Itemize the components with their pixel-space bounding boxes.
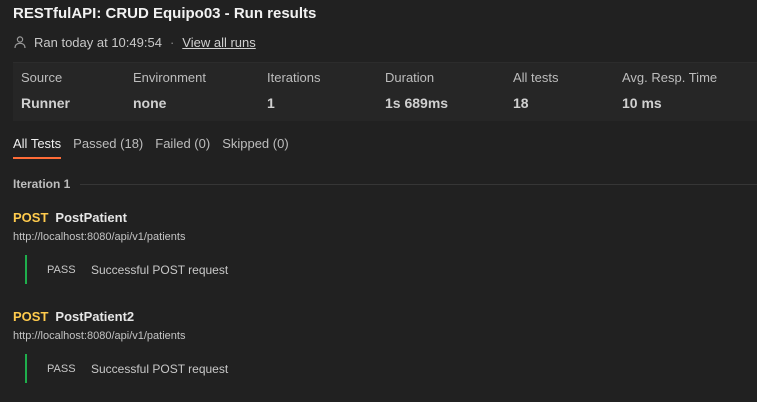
request-header: POST PostPatient — [13, 210, 713, 226]
test-message: Successful POST request — [91, 262, 229, 277]
tab-all-tests[interactable]: All Tests — [13, 135, 62, 159]
summary-iterations: Iterations 1 — [267, 70, 320, 111]
run-summary-panel: Source Runner Environment none Iteration… — [13, 62, 757, 121]
tab-skipped[interactable]: Skipped (0) — [222, 135, 288, 159]
tab-failed[interactable]: Failed (0) — [155, 135, 210, 159]
run-info: Ran today at 10:49:54 · View all runs — [13, 33, 256, 51]
summary-value: none — [133, 95, 167, 111]
test-result: PASS Successful POST request — [25, 354, 627, 383]
page-title: RESTfulAPI: CRUD Equipo03 - Run results — [13, 5, 317, 22]
iteration-label: Iteration 1 — [13, 177, 71, 191]
request-header: POST PostPatient2 — [13, 309, 713, 325]
summary-label: Iterations — [267, 70, 321, 85]
summary-duration: Duration 1s 689ms — [385, 70, 448, 111]
summary-value: 18 — [513, 95, 529, 111]
request-url: http://localhost:8080/api/v1/patients — [13, 330, 186, 342]
iteration-header: Iteration 1 — [13, 176, 757, 192]
summary-value: 10 ms — [622, 95, 662, 111]
summary-label: Avg. Resp. Time — [622, 70, 718, 85]
summary-all-tests: All tests 18 — [513, 70, 559, 111]
request-name: PostPatient2 — [55, 309, 135, 324]
test-result: PASS Successful POST request — [25, 255, 627, 284]
request-item[interactable]: POST PostPatient2 http://localhost:8080/a… — [13, 309, 713, 383]
test-status: PASS — [47, 263, 76, 276]
summary-label: Source — [21, 70, 63, 85]
request-url: http://localhost:8080/api/v1/patients — [13, 231, 186, 243]
summary-value: Runner — [21, 95, 70, 111]
results-tabs: All Tests Passed (18) Failed (0) Skipped… — [13, 135, 301, 161]
test-status: PASS — [47, 362, 76, 375]
test-message: Successful POST request — [91, 361, 229, 376]
separator-dot: · — [169, 34, 175, 50]
summary-value: 1s 689ms — [385, 95, 449, 111]
request-name: PostPatient — [55, 210, 127, 225]
request-method: POST — [13, 210, 49, 225]
summary-source: Source Runner — [21, 70, 70, 111]
request-method: POST — [13, 309, 49, 324]
summary-avg-resp-time: Avg. Resp. Time 10 ms — [622, 70, 717, 111]
iteration-divider — [80, 183, 757, 185]
request-item[interactable]: POST PostPatient http://localhost:8080/ap… — [13, 210, 713, 284]
run-time-text: Ran today at 10:49:54 — [34, 34, 162, 50]
summary-label: Duration — [385, 70, 435, 85]
summary-value: 1 — [267, 95, 275, 111]
summary-label: Environment — [133, 70, 206, 85]
tab-passed[interactable]: Passed (18) — [73, 135, 143, 159]
view-all-runs-link[interactable]: View all runs — [182, 35, 255, 50]
summary-label: All tests — [513, 70, 559, 85]
summary-environment: Environment none — [133, 70, 206, 111]
user-icon — [13, 35, 27, 49]
